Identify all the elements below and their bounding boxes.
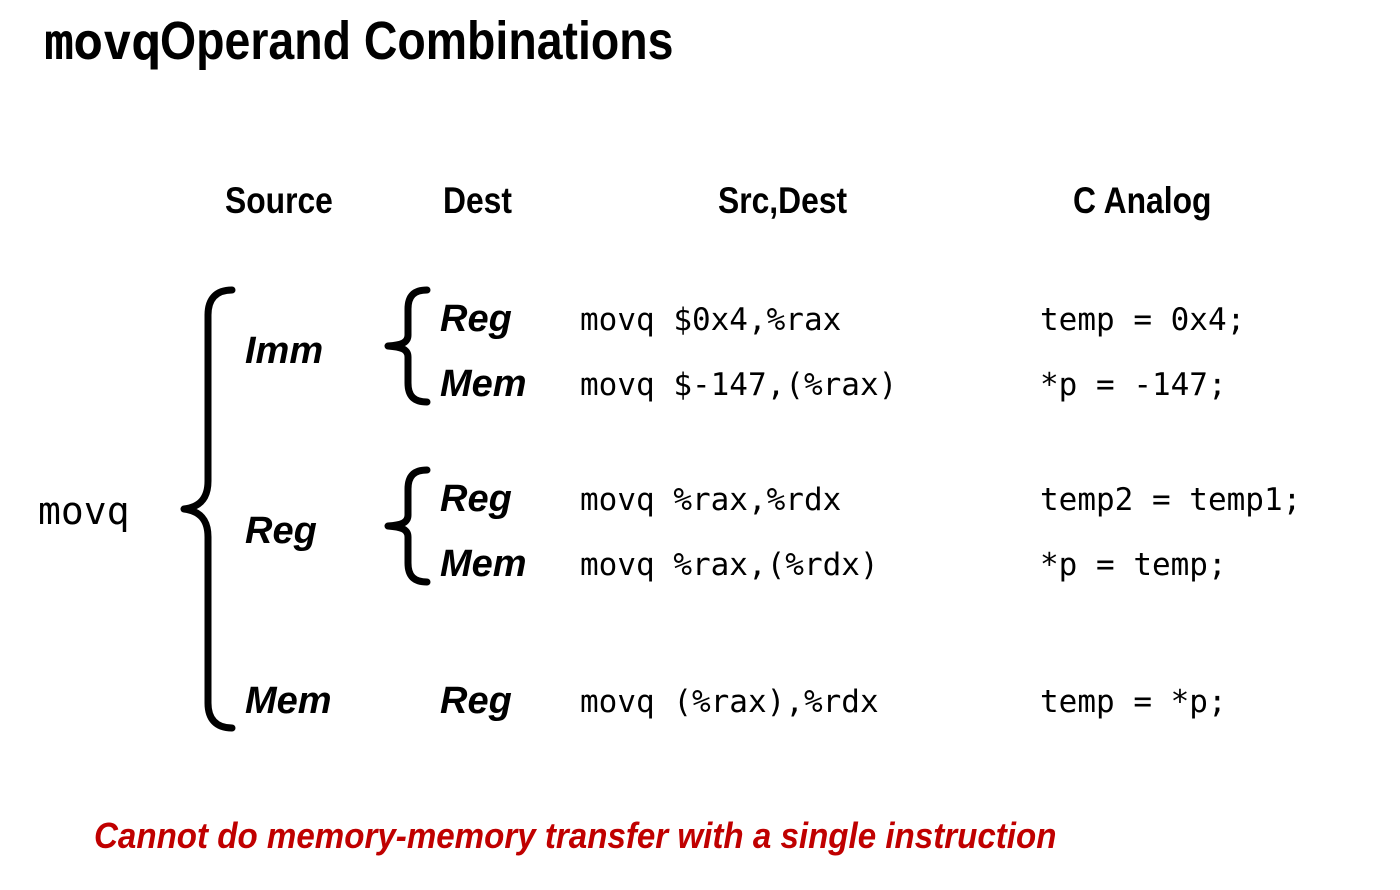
c-code: *p = -147; <box>1040 367 1227 403</box>
column-header-c-analog: C Analog <box>1073 180 1212 221</box>
asm-code: movq %rax,%rdx <box>580 482 842 518</box>
c-code: temp = 0x4; <box>1040 302 1246 338</box>
c-code: *p = temp; <box>1040 547 1227 583</box>
asm-code: movq $-147,(%rax) <box>580 367 898 403</box>
source-label-imm: Imm <box>245 330 324 372</box>
instruction-label-movq: movq <box>38 489 130 533</box>
dest-label: Reg <box>440 680 512 722</box>
asm-code: movq $0x4,%rax <box>580 302 842 338</box>
outer-brace <box>178 285 238 733</box>
inner-brace-reg <box>383 465 431 587</box>
page-title-mnemonic: movq <box>44 13 161 71</box>
asm-code: movq %rax,(%rdx) <box>580 547 879 583</box>
dest-label: Mem <box>440 363 527 405</box>
page-title: movq Operand Combinations <box>44 14 757 68</box>
dest-label: Reg <box>440 478 512 520</box>
footer-note: Cannot do memory-memory transfer with a … <box>94 815 1057 856</box>
column-header-dest: Dest <box>443 180 512 221</box>
page-title-text: Operand Combinations <box>160 11 674 71</box>
column-header-src-dest: Src,Dest <box>718 180 848 221</box>
source-label-reg: Reg <box>245 510 317 552</box>
dest-label: Reg <box>440 298 512 340</box>
source-label-mem: Mem <box>245 680 332 722</box>
inner-brace-imm <box>383 285 431 407</box>
asm-code: movq (%rax),%rdx <box>580 684 879 720</box>
dest-label: Mem <box>440 543 527 585</box>
c-code: temp = *p; <box>1040 684 1227 720</box>
c-code: temp2 = temp1; <box>1040 482 1302 518</box>
column-header-source: Source <box>225 180 333 221</box>
